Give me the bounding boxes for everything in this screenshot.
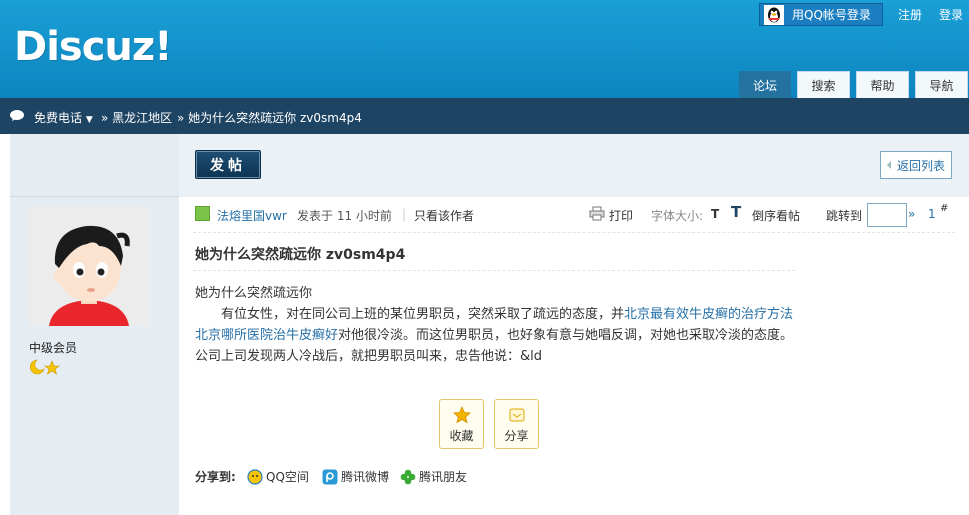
share-tencent-weibo[interactable]: 腾讯微博: [322, 468, 389, 485]
floor-number[interactable]: 1: [928, 207, 936, 221]
share-envelope-icon: [509, 408, 525, 422]
qq-login-label: 用QQ帐号登录: [792, 8, 871, 22]
avatar[interactable]: [29, 206, 149, 326]
post-content: 她为什么突然疏远你 有位女性，对在同公司上班的某位男职员，突然采取了疏远的态度，…: [195, 283, 795, 367]
tencent-weibo-icon: [322, 469, 338, 484]
font-size-label: 字体大小:: [651, 209, 704, 223]
breadcrumb-region[interactable]: » 黑龙江地区: [101, 109, 172, 126]
breadcrumb-phone[interactable]: 免费电话 ▼: [34, 109, 93, 126]
jump-floor-input[interactable]: [867, 203, 907, 227]
jump-to-label: 跳转到: [826, 209, 863, 223]
share-button[interactable]: 分享: [494, 399, 539, 449]
tab-forum[interactable]: 论坛: [739, 71, 791, 98]
rank-stars-icon: [30, 359, 60, 375]
tab-help[interactable]: 帮助: [856, 71, 909, 98]
member-rank: 中级会员: [29, 341, 78, 355]
printer-icon: [589, 206, 605, 221]
tab-navigation[interactable]: 导航: [915, 71, 968, 98]
register-link[interactable]: 注册: [898, 6, 922, 23]
author-name[interactable]: 法熔里国vwr: [217, 207, 287, 224]
login-link[interactable]: 登录: [939, 6, 963, 23]
new-post-button[interactable]: 发帖: [195, 150, 261, 179]
breadcrumb: 免费电话 ▼ » 黑龙江地区 » 她为什么突然疏远你 zv0sm4p4: [0, 98, 969, 134]
meta-divider: |: [402, 207, 407, 221]
favorite-button[interactable]: 收藏: [439, 399, 484, 449]
chat-bubble-icon: [10, 110, 24, 121]
thread-title: 她为什么突然疏远你 zv0sm4p4: [195, 247, 406, 263]
share-label: 分享: [504, 429, 529, 443]
back-to-list-button[interactable]: 返回列表: [880, 151, 952, 179]
post-time: 发表于 11 小时前: [297, 209, 392, 223]
font-size-toggle[interactable]: T: [711, 207, 719, 221]
reverse-order-icon: T: [731, 203, 742, 221]
meta-divider-line: [193, 232, 955, 233]
share-to-label: 分享到:: [195, 470, 236, 484]
star-icon: [453, 406, 471, 424]
title-divider-line: [193, 270, 795, 271]
qq-penguin-icon: [764, 4, 784, 25]
favorite-label: 收藏: [449, 429, 474, 443]
jump-go-button[interactable]: »: [908, 207, 915, 221]
share-qzone[interactable]: QQ空间: [247, 468, 309, 485]
online-user-icon: [195, 206, 210, 221]
reverse-order-link[interactable]: 倒序看帖: [752, 207, 800, 224]
post-paragraph: 有位女性，对在同公司上班的某位男职员，突然采取了疏远的态度，并北京最有效牛皮癣的…: [195, 307, 794, 364]
breadcrumb-thread[interactable]: » 她为什么突然疏远你 zv0sm4p4: [177, 109, 362, 126]
back-to-list-label: 返回列表: [897, 158, 946, 173]
tab-search[interactable]: 搜索: [797, 71, 850, 98]
qq-login-button[interactable]: 用QQ帐号登录: [759, 3, 883, 26]
arrow-left-icon: [887, 161, 891, 169]
print-link[interactable]: 打印: [609, 207, 633, 224]
share-tencent-friends[interactable]: 腾讯朋友: [400, 468, 467, 485]
only-author-link[interactable]: 只看该作者: [414, 207, 474, 224]
floor-mark: #: [940, 203, 949, 214]
toolbar-strip: [179, 134, 969, 197]
site-logo[interactable]: Discuz!: [14, 24, 172, 70]
post-line-1: 她为什么突然疏远你: [195, 286, 313, 301]
clover-icon: [400, 469, 416, 484]
site-header: Discuz! 用QQ帐号登录 注册 登录 论坛 搜索 帮助 导航: [0, 0, 969, 98]
sidebar-top-strip: [10, 134, 179, 197]
chevron-down-icon: ▼: [85, 115, 93, 125]
qzone-icon: [247, 468, 263, 485]
